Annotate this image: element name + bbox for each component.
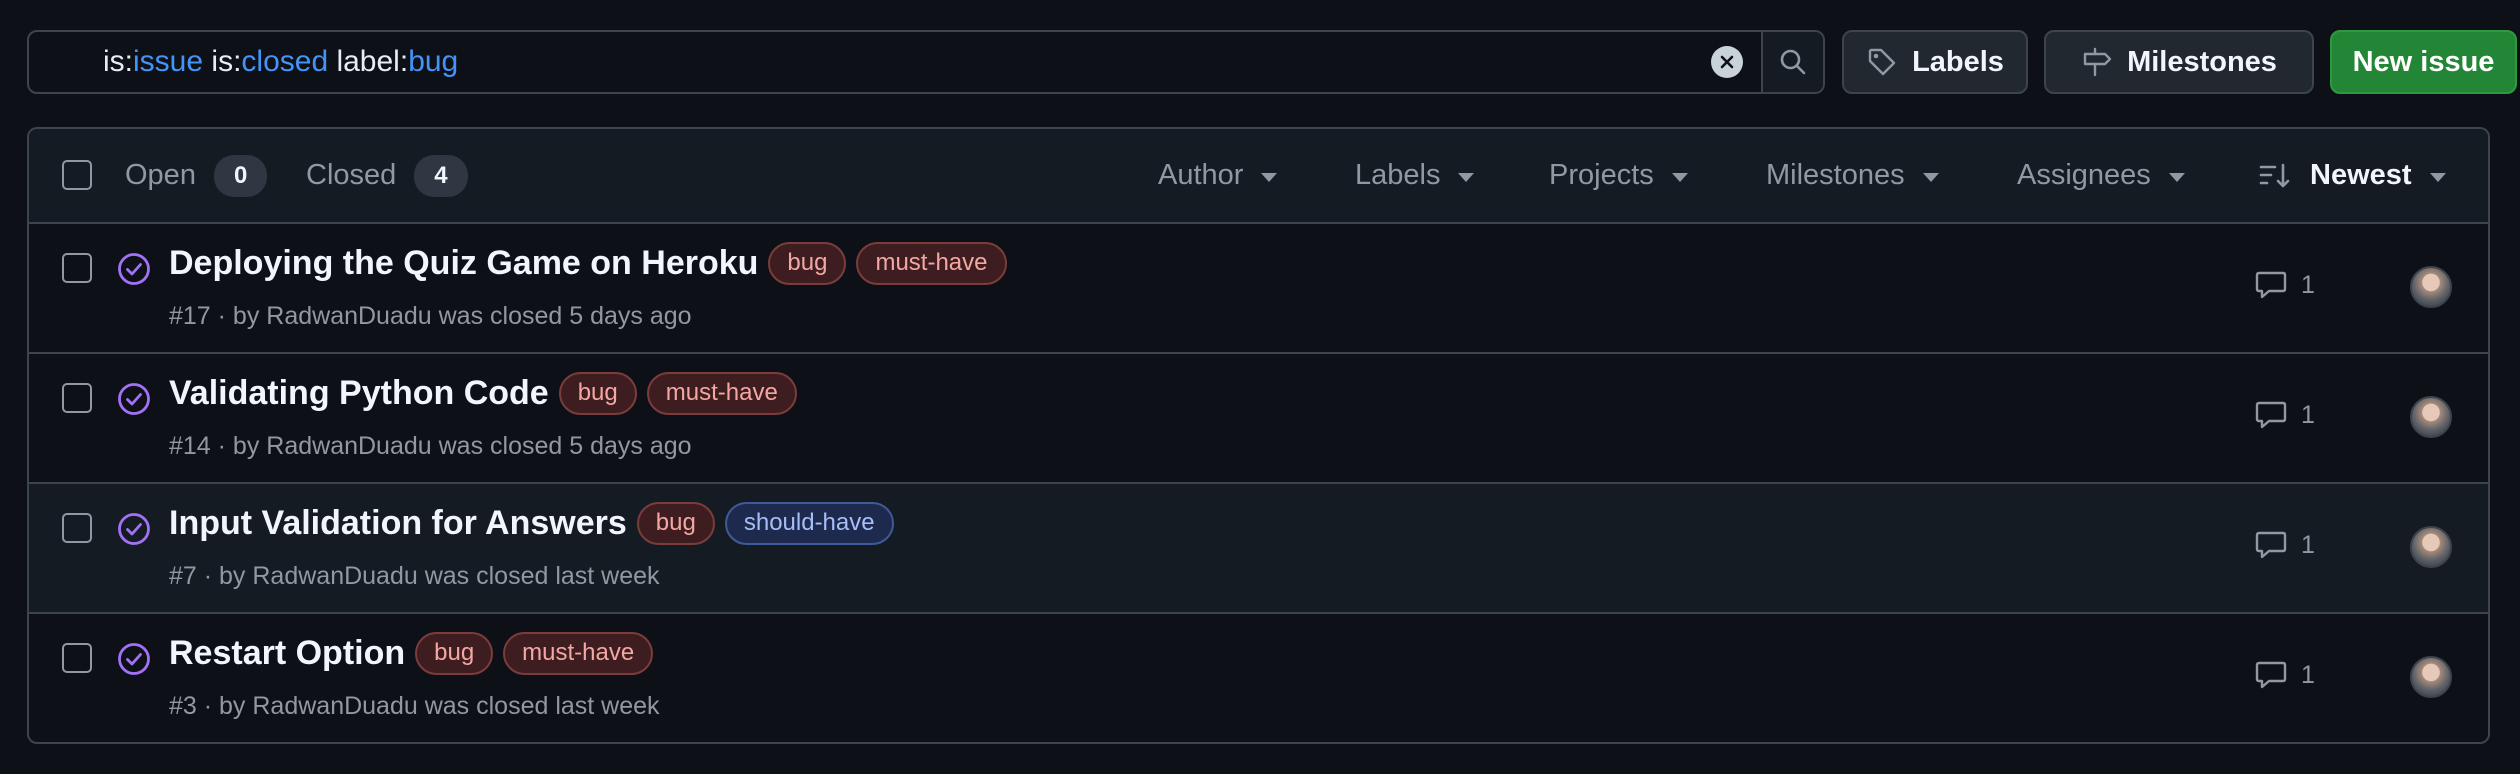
sort-label: Newest <box>2310 159 2412 191</box>
comment-count: 1 <box>2301 270 2315 299</box>
author-filter-label: Author <box>1158 159 1244 191</box>
issue-row[interactable]: Restart Option bug must-have #3 · by Rad… <box>29 614 2488 742</box>
chevron-down-icon <box>1922 172 1939 182</box>
projects-filter-label: Projects <box>1549 159 1654 191</box>
comments-link[interactable]: 1 <box>2255 530 2315 560</box>
issues-list: Open 0 Closed 4 Author Labels Projects M… <box>27 127 2490 744</box>
milestones-button-label: Milestones <box>2127 45 2277 78</box>
chevron-down-icon <box>1261 172 1278 182</box>
closed-tab[interactable]: Closed 4 <box>306 129 468 222</box>
open-tab-label: Open <box>125 159 196 191</box>
open-count-badge: 0 <box>213 154 268 197</box>
closed-issue-icon <box>118 643 150 675</box>
sort-dropdown[interactable]: Newest <box>2258 129 2446 222</box>
labels-button[interactable]: Labels <box>1842 30 2028 94</box>
issue-title-link[interactable]: Validating Python Code <box>169 374 549 413</box>
issue-row[interactable]: Validating Python Code bug must-have #14… <box>29 354 2488 484</box>
search-input[interactable]: is:issue is:closed label:bug <box>27 30 1825 94</box>
issue-checkbox[interactable] <box>62 513 92 543</box>
issue-title-link[interactable]: Restart Option <box>169 634 405 673</box>
comment-count: 1 <box>2301 660 2315 689</box>
assignees-filter[interactable]: Assignees <box>2017 129 2185 222</box>
milestone-icon <box>2083 47 2112 77</box>
milestones-filter-label: Milestones <box>1766 159 1905 191</box>
comments-link[interactable]: 1 <box>2255 660 2315 690</box>
issue-meta: #7 · by RadwanDuadu was closed last week <box>169 562 660 590</box>
milestones-button[interactable]: Milestones <box>2044 30 2314 94</box>
label-bug[interactable]: bug <box>768 242 847 285</box>
assignees-filter-label: Assignees <box>2017 159 2151 191</box>
search-query[interactable]: is:issue is:closed label:bug <box>53 11 1711 113</box>
close-icon <box>1720 55 1734 69</box>
query-qualifier: label: <box>328 45 409 78</box>
query-value: issue <box>133 45 204 78</box>
labels-filter-label: Labels <box>1355 159 1441 191</box>
assignee-avatar[interactable] <box>2410 656 2452 698</box>
comment-count: 1 <box>2301 530 2315 559</box>
new-issue-button-label: New issue <box>2352 45 2495 78</box>
comment-icon <box>2255 271 2287 299</box>
author-filter[interactable]: Author <box>1158 129 1278 222</box>
issue-checkbox[interactable] <box>62 383 92 413</box>
issue-checkbox[interactable] <box>62 253 92 283</box>
label-bug[interactable]: bug <box>636 502 715 545</box>
closed-count-badge: 4 <box>414 154 468 197</box>
query-value: bug <box>408 45 459 78</box>
comment-icon <box>2255 401 2287 429</box>
issue-title-link[interactable]: Input Validation for Answers <box>169 504 627 543</box>
label-should-have[interactable]: should-have <box>724 502 894 545</box>
labels-filter[interactable]: Labels <box>1355 129 1475 222</box>
assignee-avatar[interactable] <box>2410 526 2452 568</box>
comment-icon <box>2255 531 2287 559</box>
closed-tab-label: Closed <box>306 159 397 191</box>
query-value: closed <box>241 45 329 78</box>
search-icon <box>1780 49 1806 75</box>
new-issue-button[interactable]: New issue <box>2330 30 2517 94</box>
comments-link[interactable]: 1 <box>2255 270 2315 300</box>
assignee-avatar[interactable] <box>2410 266 2452 308</box>
issues-toolbar: is:issue is:closed label:bug Labels Mile… <box>27 30 2517 94</box>
issue-checkbox[interactable] <box>62 643 92 673</box>
tag-icon <box>1868 48 1896 76</box>
chevron-down-icon <box>1671 172 1688 182</box>
query-qualifier: is: <box>103 45 134 78</box>
query-qualifier: is: <box>203 45 242 78</box>
issue-meta: #14 · by RadwanDuadu was closed 5 days a… <box>169 432 692 460</box>
clear-search-button[interactable] <box>1711 46 1743 78</box>
label-must-have[interactable]: must-have <box>503 632 654 675</box>
issue-meta: #3 · by RadwanDuadu was closed last week <box>169 692 660 720</box>
issues-list-header: Open 0 Closed 4 Author Labels Projects M… <box>29 129 2488 224</box>
chevron-down-icon <box>2429 172 2446 182</box>
comment-icon <box>2255 661 2287 689</box>
issue-row[interactable]: Input Validation for Answers bug should-… <box>29 484 2488 614</box>
comments-link[interactable]: 1 <box>2255 400 2315 430</box>
label-must-have[interactable]: must-have <box>646 372 797 415</box>
closed-issue-icon <box>118 383 150 415</box>
comment-count: 1 <box>2301 400 2315 429</box>
issue-meta: #17 · by RadwanDuadu was closed 5 days a… <box>169 302 692 330</box>
label-must-have[interactable]: must-have <box>856 242 1007 285</box>
label-bug[interactable]: bug <box>415 632 494 675</box>
projects-filter[interactable]: Projects <box>1549 129 1688 222</box>
issue-title-link[interactable]: Deploying the Quiz Game on Heroku <box>169 244 758 283</box>
closed-issue-icon <box>118 253 150 285</box>
milestones-filter[interactable]: Milestones <box>1766 129 1939 222</box>
open-tab[interactable]: Open 0 <box>125 129 268 222</box>
search-button[interactable] <box>1761 32 1823 92</box>
labels-button-label: Labels <box>1912 45 2004 78</box>
chevron-down-icon <box>1458 172 1475 182</box>
closed-issue-icon <box>118 513 150 545</box>
issue-row[interactable]: Deploying the Quiz Game on Heroku bug mu… <box>29 224 2488 354</box>
select-all-checkbox[interactable] <box>62 160 92 190</box>
label-bug[interactable]: bug <box>558 372 637 415</box>
sort-icon <box>2259 163 2290 187</box>
chevron-down-icon <box>2168 172 2185 182</box>
assignee-avatar[interactable] <box>2410 396 2452 438</box>
